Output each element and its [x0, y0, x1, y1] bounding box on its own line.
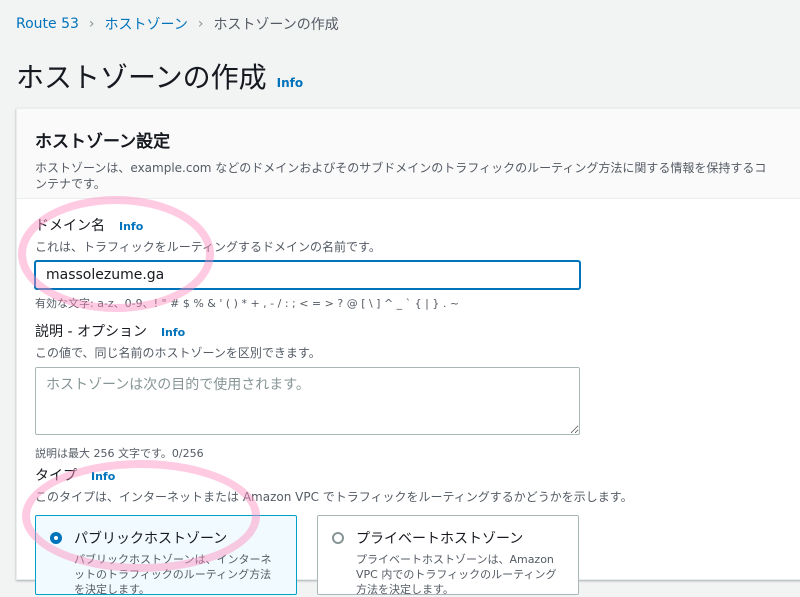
chevron-right-icon: ›	[88, 16, 95, 32]
comment-description: この値で、同じ名前のホストゾーンを区別できます。	[35, 346, 321, 360]
comment-textarea[interactable]	[35, 367, 580, 435]
panel-header: ホストゾーン設定 ホストゾーンは、example.com などのドメインおよびそ…	[17, 109, 800, 199]
comment-info-link[interactable]: Info	[161, 326, 185, 339]
panel-description: ホストゾーンは、example.com などのドメインおよびそのサブドメインのト…	[35, 161, 767, 191]
chevron-right-icon: ›	[197, 16, 204, 32]
comment-counter: 説明は最大 256 文字です。0/256	[35, 447, 204, 460]
page-info-link[interactable]: Info	[277, 76, 303, 90]
domain-name-constraint: 有効な文字: a-z、0-9、! " # $ % & ' ( ) * + , -…	[35, 297, 460, 310]
domain-name-label: ドメイン名 Info	[35, 215, 580, 235]
breadcrumb-current: ホストゾーンの作成	[213, 17, 339, 33]
comment-label: 説明 - オプション Info	[35, 321, 580, 341]
comment-label-text: 説明 - オプション	[35, 324, 147, 340]
public-radio[interactable]	[50, 532, 62, 544]
panel-title: ホストゾーン設定	[35, 132, 171, 152]
private-tile-description: プライベートホストゾーンは、Amazon VPC 内でのトラフィックのルーティン…	[356, 553, 557, 596]
domain-name-description: これは、トラフィックをルーティングするドメインの名前です。	[35, 240, 381, 254]
comment-field: 説明 - オプション Info この値で、同じ名前のホストゾーンを区別できます。…	[35, 321, 580, 461]
private-radio[interactable]	[332, 532, 344, 544]
type-label-text: タイプ	[35, 468, 77, 484]
type-field: タイプ Info このタイプは、インターネットまたは Amazon VPC でト…	[35, 465, 633, 596]
breadcrumb-route53[interactable]: Route 53	[16, 16, 79, 32]
domain-name-field: ドメイン名 Info これは、トラフィックをルーティングするドメインの名前です。…	[35, 215, 580, 311]
breadcrumb-hosted-zones[interactable]: ホストゾーン	[105, 14, 188, 34]
domain-name-input[interactable]	[35, 261, 580, 289]
public-tile-title: パブリックホストゾーン	[74, 531, 228, 547]
domain-name-label-text: ドメイン名	[35, 218, 105, 234]
type-label: タイプ Info	[35, 465, 633, 485]
private-hosted-zone-tile[interactable]: プライベートホストゾーン プライベートホストゾーンは、Amazon VPC 内で…	[317, 515, 579, 596]
type-description: このタイプは、インターネットまたは Amazon VPC でトラフィックをルーテ…	[35, 490, 633, 504]
public-tile-description: パブリックホストゾーンは、インターネットのトラフィックのルーティング方法を決定し…	[74, 553, 272, 596]
type-info-link[interactable]: Info	[91, 470, 115, 483]
page-title: ホストゾーンの作成 Info	[16, 56, 303, 96]
domain-info-link[interactable]: Info	[119, 220, 143, 233]
breadcrumb: Route 53 › ホストゾーン › ホストゾーンの作成	[16, 14, 339, 34]
private-tile-title: プライベートホストゾーン	[356, 531, 524, 547]
hosted-zone-settings-panel: ホストゾーン設定 ホストゾーンは、example.com などのドメインおよびそ…	[16, 108, 800, 596]
public-hosted-zone-tile[interactable]: パブリックホストゾーン パブリックホストゾーンは、インターネットのトラフィックの…	[35, 515, 297, 596]
type-tiles: パブリックホストゾーン パブリックホストゾーンは、インターネットのトラフィックの…	[35, 515, 633, 596]
page-title-text: ホストゾーンの作成	[16, 61, 267, 94]
